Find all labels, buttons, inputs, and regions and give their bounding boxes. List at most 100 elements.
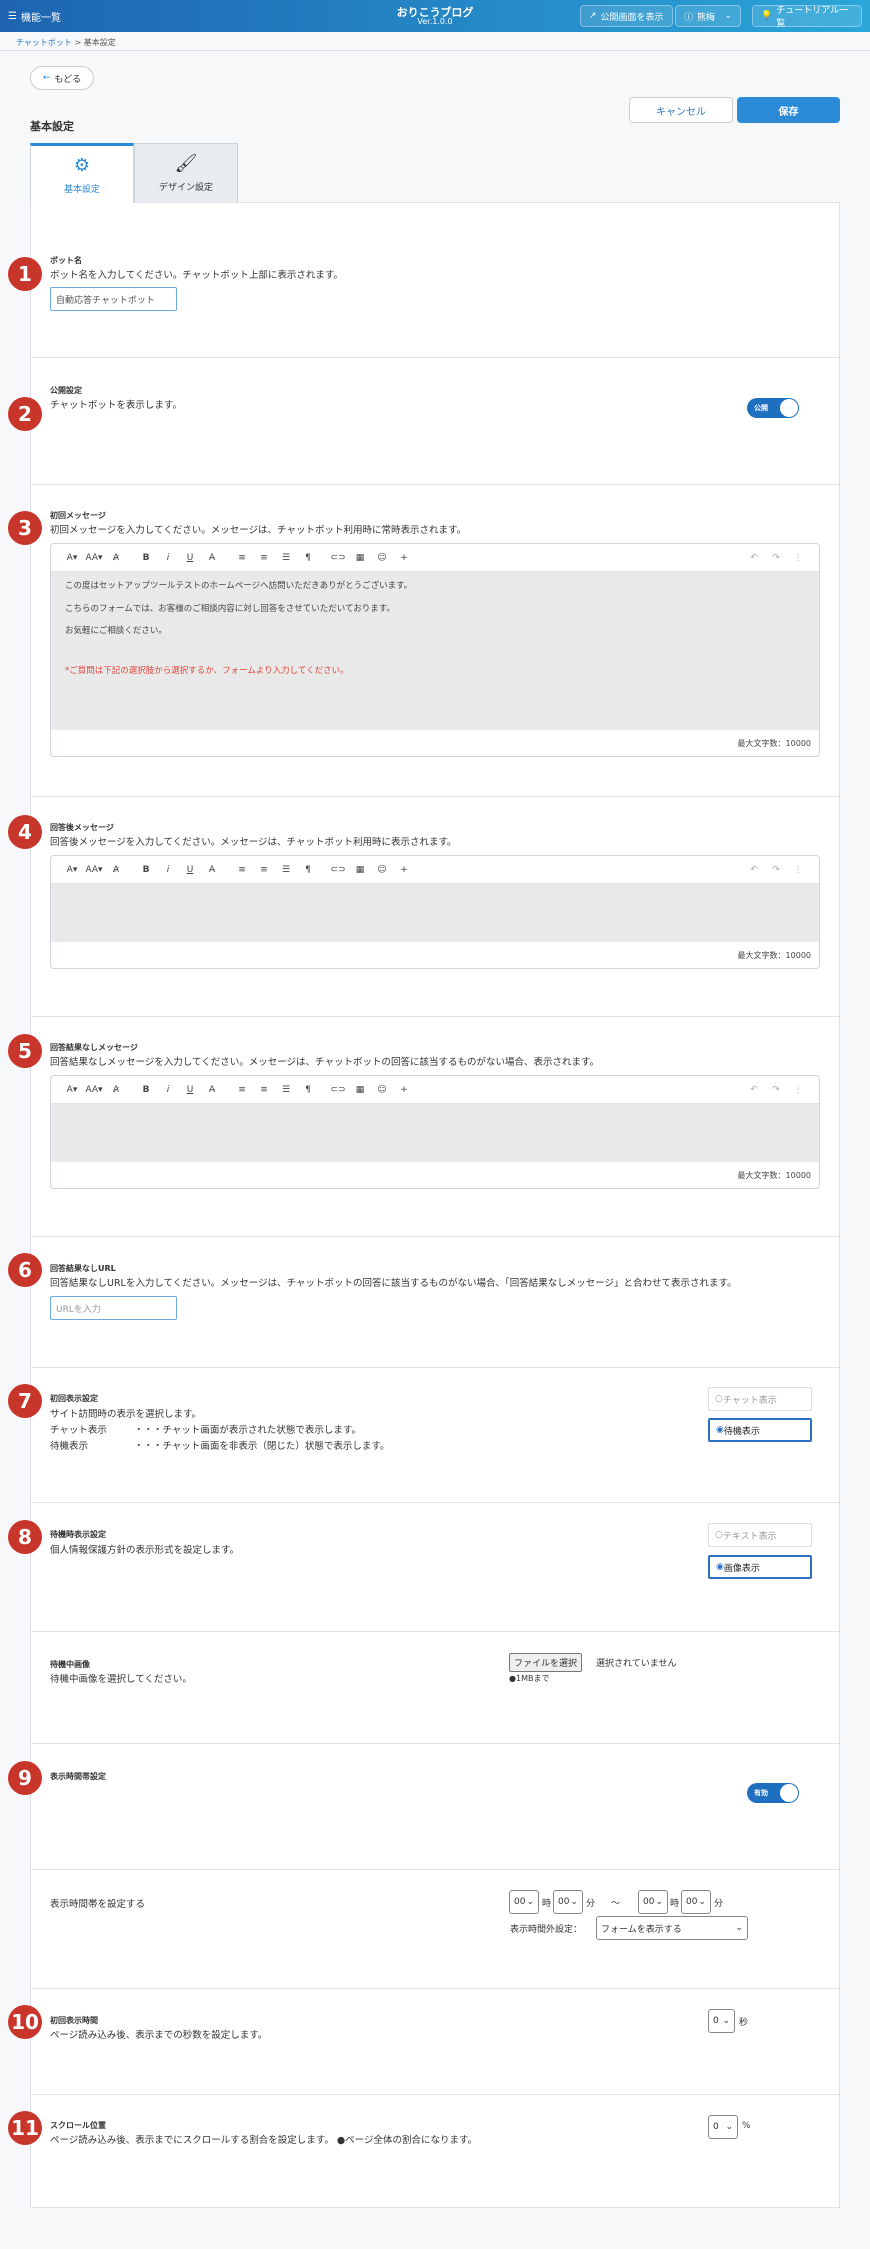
underline-icon[interactable]: U: [179, 1085, 201, 1095]
tab-design-settings[interactable]: 🖌 デザイン設定: [134, 143, 238, 203]
editor-content[interactable]: [51, 1104, 819, 1162]
emoji-icon[interactable]: ☺: [371, 553, 393, 563]
strike-icon[interactable]: A̶: [201, 553, 223, 563]
initial-display-chat-desc: ・・・チャット画面が表示された状態で表示します。: [134, 1425, 361, 1436]
minute-unit: 分: [586, 1899, 596, 1909]
link-icon[interactable]: ⊂⊃: [327, 865, 349, 875]
redo-icon[interactable]: ↷: [765, 865, 787, 875]
step-number-2: 2: [8, 397, 42, 431]
cancel-button[interactable]: キャンセル: [629, 97, 733, 123]
bot-name-input[interactable]: 自動応答チャットボット: [50, 287, 177, 311]
breadcrumb-link[interactable]: チャットボット: [16, 38, 72, 47]
publish-toggle[interactable]: 公開: [747, 398, 799, 418]
radio-chat-display[interactable]: ○ チャット表示: [708, 1387, 812, 1411]
preview-button[interactable]: ↗ 公開画面を表示: [580, 5, 673, 27]
clear-format-icon[interactable]: A̷: [105, 865, 127, 875]
divider: [30, 796, 840, 797]
display-time-toggle[interactable]: 有効: [747, 1783, 799, 1803]
user-menu[interactable]: ⓘ 熊梅 ⌄: [675, 5, 741, 27]
list-icon[interactable]: ☰: [275, 553, 297, 563]
underline-icon[interactable]: U: [179, 865, 201, 875]
insert-icon[interactable]: +: [393, 1085, 415, 1095]
undo-icon[interactable]: ↶: [743, 1085, 765, 1095]
end-minute-select[interactable]: 00 ⌄: [681, 1890, 711, 1914]
editor-content[interactable]: [51, 884, 819, 942]
list-icon[interactable]: ☰: [275, 1085, 297, 1095]
insert-icon[interactable]: +: [393, 865, 415, 875]
strike-icon[interactable]: A̶: [201, 1085, 223, 1095]
undo-icon[interactable]: ↶: [743, 865, 765, 875]
font-size-icon[interactable]: AA▾: [83, 865, 105, 875]
after-message-editor[interactable]: A▾ AA▾ A̷ Bi U A̶ ≡ ≡ ☰ ¶ ⊂⊃ ▦ ☺ + ↶ ↷ ⋮ 最大文字数：10000: [50, 855, 820, 969]
align-left-icon[interactable]: ≡: [231, 553, 253, 563]
first-message-editor[interactable]: A▾ AA▾ A̷ Bi U A̶ ≡ ≡ ☰ ¶ ⊂⊃ ▦ ☺ + ↶ ↷ ⋮ この度はセットアップツ…: [50, 543, 820, 757]
radio-icon: ○: [715, 1530, 723, 1540]
font-color-icon[interactable]: A▾: [61, 553, 83, 563]
more-icon[interactable]: ⋮: [787, 1085, 809, 1095]
italic-icon[interactable]: i: [157, 1085, 179, 1095]
align-center-icon[interactable]: ≡: [253, 553, 275, 563]
save-button[interactable]: 保存: [737, 97, 840, 123]
align-center-icon[interactable]: ≡: [253, 865, 275, 875]
radio-standby-display[interactable]: ◉ 待機表示: [708, 1418, 812, 1442]
clear-format-icon[interactable]: A̷: [105, 1085, 127, 1095]
step-number-9: 9: [8, 1761, 42, 1795]
paragraph-icon[interactable]: ¶: [297, 865, 319, 875]
step-number-10: 10: [8, 2005, 42, 2039]
standby-display-label: 待機時表示設定: [50, 1530, 106, 1539]
font-size-icon[interactable]: AA▾: [83, 553, 105, 563]
paragraph-icon[interactable]: ¶: [297, 1085, 319, 1095]
bold-icon[interactable]: B: [135, 553, 157, 563]
align-left-icon[interactable]: ≡: [231, 1085, 253, 1095]
strike-icon[interactable]: A̶: [201, 865, 223, 875]
link-icon[interactable]: ⊂⊃: [327, 553, 349, 563]
start-minute-select[interactable]: 00 ⌄: [553, 1890, 583, 1914]
file-status: 選択されていません: [596, 1659, 677, 1669]
italic-icon[interactable]: i: [157, 553, 179, 563]
divider: [30, 1367, 840, 1368]
first-message-desc: 初回メッセージを入力してください。メッセージは、チャットボット利用時に常時表示さ…: [50, 525, 467, 536]
redo-icon[interactable]: ↷: [765, 553, 787, 563]
back-button[interactable]: ← もどる: [30, 66, 94, 90]
italic-icon[interactable]: i: [157, 865, 179, 875]
emoji-icon[interactable]: ☺: [371, 1085, 393, 1095]
app-header: ☰ 機能一覧 おりこうブログ Ver.1.0.0 ↗ 公開画面を表示 ⓘ 熊梅 ⌄ 💡 チ…: [0, 0, 870, 32]
table-icon[interactable]: ▦: [349, 1085, 371, 1095]
underline-icon[interactable]: U: [179, 553, 201, 563]
more-icon[interactable]: ⋮: [787, 553, 809, 563]
table-icon[interactable]: ▦: [349, 553, 371, 563]
font-size-icon[interactable]: AA▾: [83, 1085, 105, 1095]
more-icon[interactable]: ⋮: [787, 865, 809, 875]
noresult-url-input[interactable]: URLを入力: [50, 1296, 177, 1320]
undo-icon[interactable]: ↶: [743, 553, 765, 563]
start-hour-select[interactable]: 00 ⌄: [509, 1890, 539, 1914]
radio-text-display[interactable]: ○ テキスト表示: [708, 1523, 812, 1547]
tab-basic-settings[interactable]: ⚙ 基本設定: [30, 143, 134, 203]
table-icon[interactable]: ▦: [349, 865, 371, 875]
file-select-button[interactable]: ファイルを選択: [509, 1653, 583, 1672]
divider: [30, 1016, 840, 1017]
clear-format-icon[interactable]: A̷: [105, 553, 127, 563]
redo-icon[interactable]: ↷: [765, 1085, 787, 1095]
noresult-message-editor[interactable]: A▾ AA▾ A̷ Bi U A̶ ≡ ≡ ☰ ¶ ⊂⊃ ▦ ☺ + ↶ ↷ ⋮ 最大文字数：10000: [50, 1075, 820, 1189]
end-hour-select[interactable]: 00 ⌄: [638, 1890, 668, 1914]
paragraph-icon[interactable]: ¶: [297, 553, 319, 563]
font-color-icon[interactable]: A▾: [61, 865, 83, 875]
insert-icon[interactable]: +: [393, 553, 415, 563]
align-left-icon[interactable]: ≡: [231, 865, 253, 875]
editor-content[interactable]: この度はセットアップツールテストのホームページへ訪問いただきありがとうございます…: [51, 572, 819, 730]
bold-icon[interactable]: B: [135, 1085, 157, 1095]
bold-icon[interactable]: B: [135, 865, 157, 875]
outside-time-select[interactable]: フォームを表示する ⌄: [596, 1916, 748, 1940]
initial-time-select[interactable]: 0 ⌄: [708, 2009, 735, 2033]
align-center-icon[interactable]: ≡: [253, 1085, 275, 1095]
link-icon[interactable]: ⊂⊃: [327, 1085, 349, 1095]
list-icon[interactable]: ☰: [275, 865, 297, 875]
radio-image-display[interactable]: ◉ 画像表示: [708, 1555, 812, 1579]
font-color-icon[interactable]: A▾: [61, 1085, 83, 1095]
tutorial-button[interactable]: 💡 チュートリアル一覧: [752, 5, 862, 29]
scroll-select[interactable]: 0 ⌄: [708, 2115, 738, 2139]
emoji-icon[interactable]: ☺: [371, 865, 393, 875]
first-message-label: 初回メッセージ: [50, 511, 106, 520]
radio-checked-icon: ◉: [716, 1562, 724, 1572]
